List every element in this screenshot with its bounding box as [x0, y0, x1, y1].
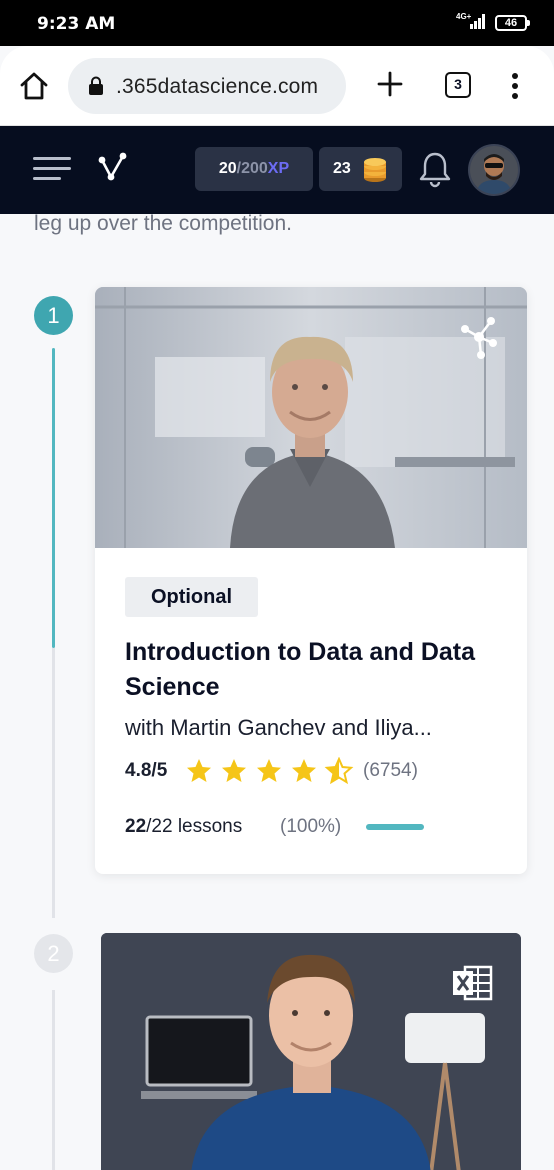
course-title[interactable]: Introduction to Data and Data Science — [125, 635, 505, 705]
lessons-done: 22 — [125, 816, 147, 837]
home-icon[interactable] — [18, 70, 50, 102]
lessons-count: 22/22 lessons — [125, 816, 242, 838]
bell-icon[interactable] — [418, 150, 452, 188]
hamburger-icon[interactable] — [33, 157, 71, 181]
logo-icon[interactable] — [97, 150, 129, 184]
rating-count: (6754) — [363, 760, 418, 781]
step-number-badge: 2 — [34, 934, 73, 973]
plus-icon[interactable] — [374, 68, 406, 100]
app-header: 20/200XP 23 — [0, 126, 554, 214]
rating-value: 4.8/5 — [125, 760, 168, 781]
browser-toolbar: .365datascience.com 3 — [0, 46, 554, 126]
signal-icon — [470, 14, 488, 29]
network-icon — [461, 317, 497, 359]
course-instructors: with Martin Ganchev and Iliya... — [125, 715, 432, 740]
avatar-image — [470, 146, 518, 194]
address-bar[interactable]: .365datascience.com — [68, 58, 346, 114]
url-text: .365datascience.com — [116, 75, 319, 98]
timeline-progress-line — [52, 348, 55, 648]
coins-counter[interactable]: 23 — [319, 147, 402, 191]
timeline-line — [52, 990, 55, 1170]
xp-total: /200 — [236, 160, 268, 177]
course-image — [95, 287, 527, 548]
xp-counter[interactable]: 20/200XP — [195, 147, 313, 191]
course-card[interactable]: Optional Introduction to Data and Data S… — [95, 287, 527, 874]
progress-bar-fill — [366, 824, 424, 830]
avatar[interactable] — [468, 144, 520, 196]
course-card[interactable] — [101, 933, 521, 1170]
coins-icon — [364, 158, 386, 182]
coins-count: 23 — [333, 160, 351, 177]
lessons-total: /22 lessons — [146, 816, 243, 837]
status-time: 9:23 AM — [37, 14, 116, 34]
xp-unit: XP — [267, 160, 290, 177]
xp-current: 20 — [218, 160, 237, 177]
battery-icon: 46 — [495, 15, 530, 31]
excel-icon — [453, 965, 493, 1001]
status-bar: 9:23 AM 4G+ 46 — [0, 0, 554, 46]
tabs-icon[interactable]: 3 — [445, 72, 471, 98]
star-rating-icon — [187, 758, 352, 783]
timeline-line — [52, 648, 55, 918]
progress-percent: (100%) — [280, 816, 342, 837]
progress-bar — [366, 824, 424, 830]
more-vert-icon[interactable] — [505, 70, 525, 102]
optional-tag: Optional — [125, 577, 258, 617]
intro-text: leg up over the competition. — [34, 212, 292, 235]
lock-icon — [89, 76, 103, 95]
step-number-badge: 1 — [34, 296, 73, 335]
